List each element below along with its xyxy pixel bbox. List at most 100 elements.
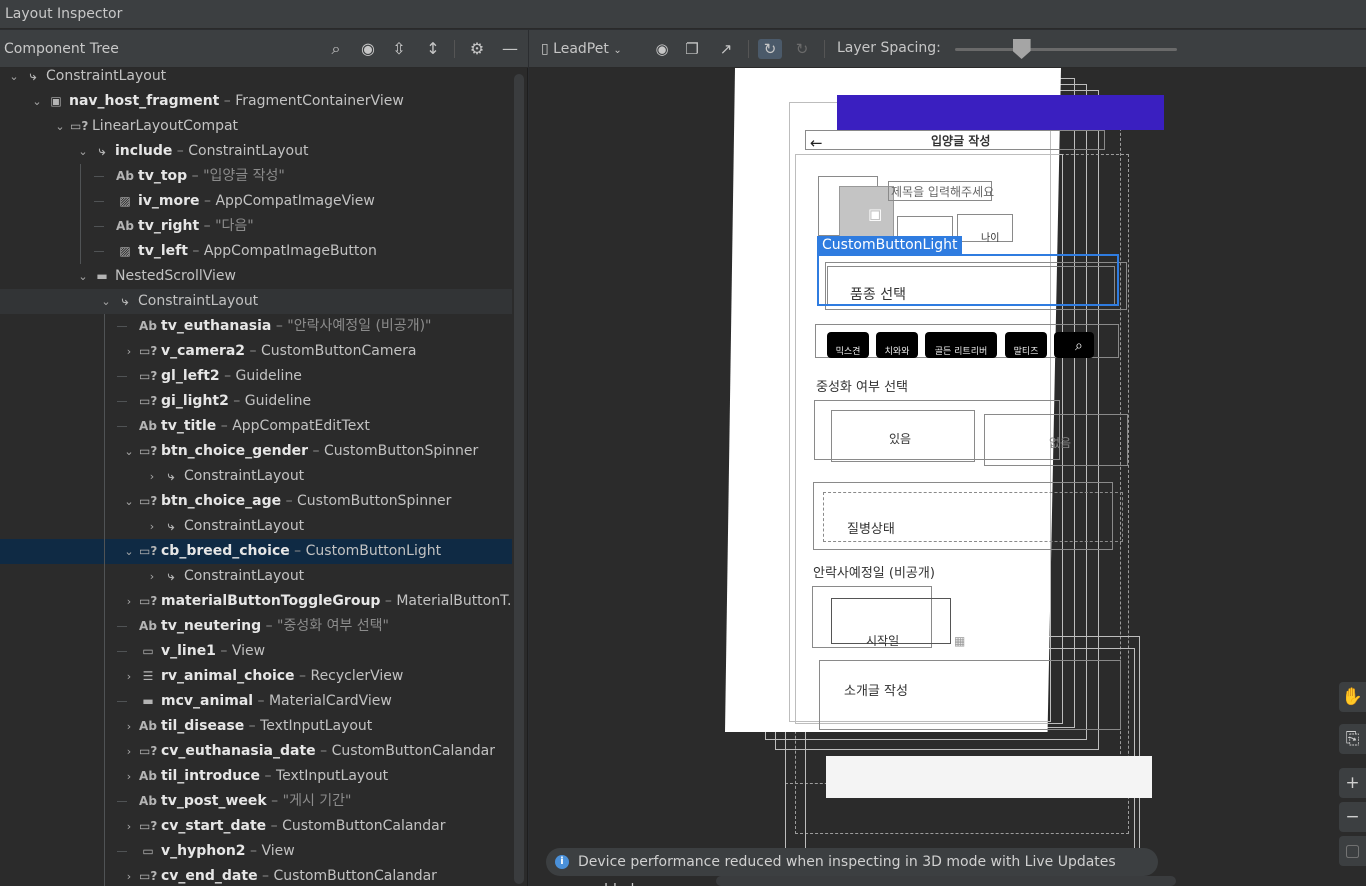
chevron-right-icon[interactable]: › [121,714,137,739]
tree-row[interactable]: › ⤷ ConstraintLayout [0,514,512,539]
search-icon[interactable]: ⌕ [326,39,346,59]
tree-row-label: ConstraintLayout [184,464,304,489]
view-class: MaterialCardView [268,693,392,709]
collapse-all-icon[interactable]: ↕ [423,39,443,59]
tree-row[interactable]: › ⤷ ConstraintLayout [0,464,512,489]
chevron-down-icon[interactable]: ⌄ [75,139,91,164]
tree-row[interactable]: Ab tv_post_week – "게시 기간" [0,789,512,814]
chevron-down-icon[interactable]: ⌄ [52,114,68,139]
tree-row[interactable]: Ab tv_right – "다음" [0,214,512,239]
tree-row-label: cv_start_date – CustomButtonCalandar [161,814,446,839]
snapshot-icon[interactable]: ⎘ [1339,724,1366,754]
view-class: CustomButtonCalandar [282,818,446,834]
view-class: View [231,643,266,659]
view-class: RecyclerView [310,668,404,684]
tree-row[interactable]: ⌄ ▭? cb_breed_choice – CustomButtonLight [0,539,512,564]
chevron-down-icon[interactable]: ⌄ [121,439,137,464]
tree-row[interactable]: ▭? gl_left2 – Guideline [0,364,512,389]
tree-row[interactable]: › ▭? cv_start_date – CustomButtonCalandar [0,814,512,839]
chevron-down-icon[interactable]: ⌄ [121,539,137,564]
tree-row[interactable]: ⌄ ▬ NestedScrollView [0,264,512,289]
tree-row[interactable]: ▭ v_hyphon2 – View [0,839,512,864]
tree-row[interactable]: ⌄ ▭? btn_choice_age – CustomButtonSpinner [0,489,512,514]
view-id: materialButtonToggleGroup [161,593,381,609]
chevron-right-icon[interactable]: › [121,589,137,614]
disease-hint: 질병상태 [847,522,895,537]
tree-row[interactable]: › ⤷ ConstraintLayout [0,564,512,589]
phone-icon: ▯ [541,41,549,57]
chevron-down-icon[interactable]: ⌄ [75,264,91,289]
view-text: "게시 기간" [282,793,352,809]
view-type-icon: ▣ [50,94,62,108]
eye-icon[interactable]: ◉ [358,39,378,59]
tree-row[interactable]: › ☰ rv_animal_choice – RecyclerView [0,664,512,689]
tree-row[interactable]: ⌄ ▭? btn_choice_gender – CustomButtonSpinn… [0,439,512,464]
chevron-down-icon[interactable]: ⌄ [98,289,114,314]
chevron-right-icon[interactable]: › [121,814,137,839]
tree-row-label: ConstraintLayout [138,289,258,314]
expand-all-icon[interactable]: ⇳ [389,39,409,59]
tree-row[interactable]: Ab tv_euthanasia – "안락사예정일 (비공개)" [0,314,512,339]
chevron-right-icon[interactable]: › [121,864,137,886]
load-overlay-icon[interactable]: ❐ [681,39,703,59]
tree-row-label: tv_title – AppCompatEditText [161,414,370,439]
chevron-down-icon[interactable]: ⌄ [29,89,45,114]
view-id: cv_start_date [161,818,267,834]
export-icon[interactable]: ↗ [715,39,737,59]
fit-screen-icon[interactable]: ▢ [1339,836,1366,866]
tree-row[interactable]: › ▭? cv_euthanasia_date – CustomButtonCala… [0,739,512,764]
tree-row[interactable]: ⌄ ▣ nav_host_fragment – FragmentContainerV… [0,89,512,114]
view-options-eye-icon[interactable]: ◉ [651,39,673,59]
tree-row[interactable]: › Ab til_disease – TextInputLayout [0,714,512,739]
layer-spacing-slider-thumb[interactable] [1012,39,1031,59]
tree-row[interactable]: ⌄ ⤷ ConstraintLayout [0,64,512,89]
tree-row-label: btn_choice_age – CustomButtonSpinner [161,489,451,514]
chevron-down-icon[interactable]: ⌄ [121,489,137,514]
view-type-icon: ⤷ [167,519,175,533]
minimize-icon[interactable]: — [500,39,520,59]
zoom-in-icon[interactable]: + [1339,768,1366,798]
chevron-right-icon[interactable]: › [144,464,160,489]
chevron-right-icon[interactable]: › [121,739,137,764]
zoom-out-icon[interactable]: − [1339,802,1366,832]
tree-row[interactable]: Ab tv_top – "입양글 작성" [0,164,512,189]
camera-icon: ▣ [868,205,883,223]
component-tree-title: Component Tree [4,41,119,57]
separator: – [380,593,397,609]
tree-row[interactable]: ⌄ ▭? LinearLayoutCompat [0,114,512,139]
device-name: LeadPet [553,41,609,57]
info-icon: i [555,855,569,869]
tree-row[interactable]: ▭? gi_light2 – Guideline [0,389,512,414]
view-class: CustomButtonCalandar [273,868,437,884]
tree-row[interactable]: › ▭? v_camera2 – CustomButtonCamera [0,339,512,364]
device-selector[interactable]: ▯ LeadPet ⌄ [541,39,622,59]
tree-row[interactable]: ▬ mcv_animal – MaterialCardView [0,689,512,714]
refresh-icon[interactable]: ↻ [791,39,813,59]
chevron-right-icon[interactable]: › [121,339,137,364]
tree-row[interactable]: ▭ v_line1 – View [0,639,512,664]
tree-row[interactable]: ▨ iv_more – AppCompatImageView [0,189,512,214]
chevron-right-icon[interactable]: › [144,514,160,539]
layer-spacing-slider[interactable] [955,48,1177,51]
tree-row[interactable]: ▨ tv_left – AppCompatImageButton [0,239,512,264]
tree-row[interactable]: Ab tv_title – AppCompatEditText [0,414,512,439]
chevron-right-icon[interactable]: › [144,564,160,589]
gear-icon[interactable]: ⚙ [467,39,487,59]
canvas-scrollbar[interactable] [716,876,1176,886]
live-updates-icon[interactable]: ↻ [758,39,782,59]
separator: – [289,543,306,559]
chevron-right-icon[interactable]: › [121,664,137,689]
tree-row[interactable]: › ▭? materialButtonToggleGroup – MaterialB… [0,589,512,614]
3d-layout-canvas[interactable]: ← 입양글 작성 ▣ 제목을 입력해주세요 나이 품종 선택 CustomBut… [529,68,1366,886]
chevron-down-icon[interactable]: ⌄ [6,64,22,89]
tree-guide [117,376,127,377]
tree-row[interactable]: Ab tv_neutering – "중성화 여부 선택" [0,614,512,639]
tree-row[interactable]: › ▭? cv_end_date – CustomButtonCalandar [0,864,512,886]
tree-scrollbar[interactable] [514,74,524,884]
tree-row[interactable]: › Ab til_introduce – TextInputLayout [0,764,512,789]
chevron-right-icon[interactable]: › [121,764,137,789]
pan-hand-icon[interactable]: ✋ [1339,682,1366,712]
view-type-icon: ▭? [139,869,158,883]
tree-row[interactable]: ⌄ ⤷ include – ConstraintLayout [0,139,512,164]
tree-row[interactable]: ⌄ ⤷ ConstraintLayout [0,289,512,314]
